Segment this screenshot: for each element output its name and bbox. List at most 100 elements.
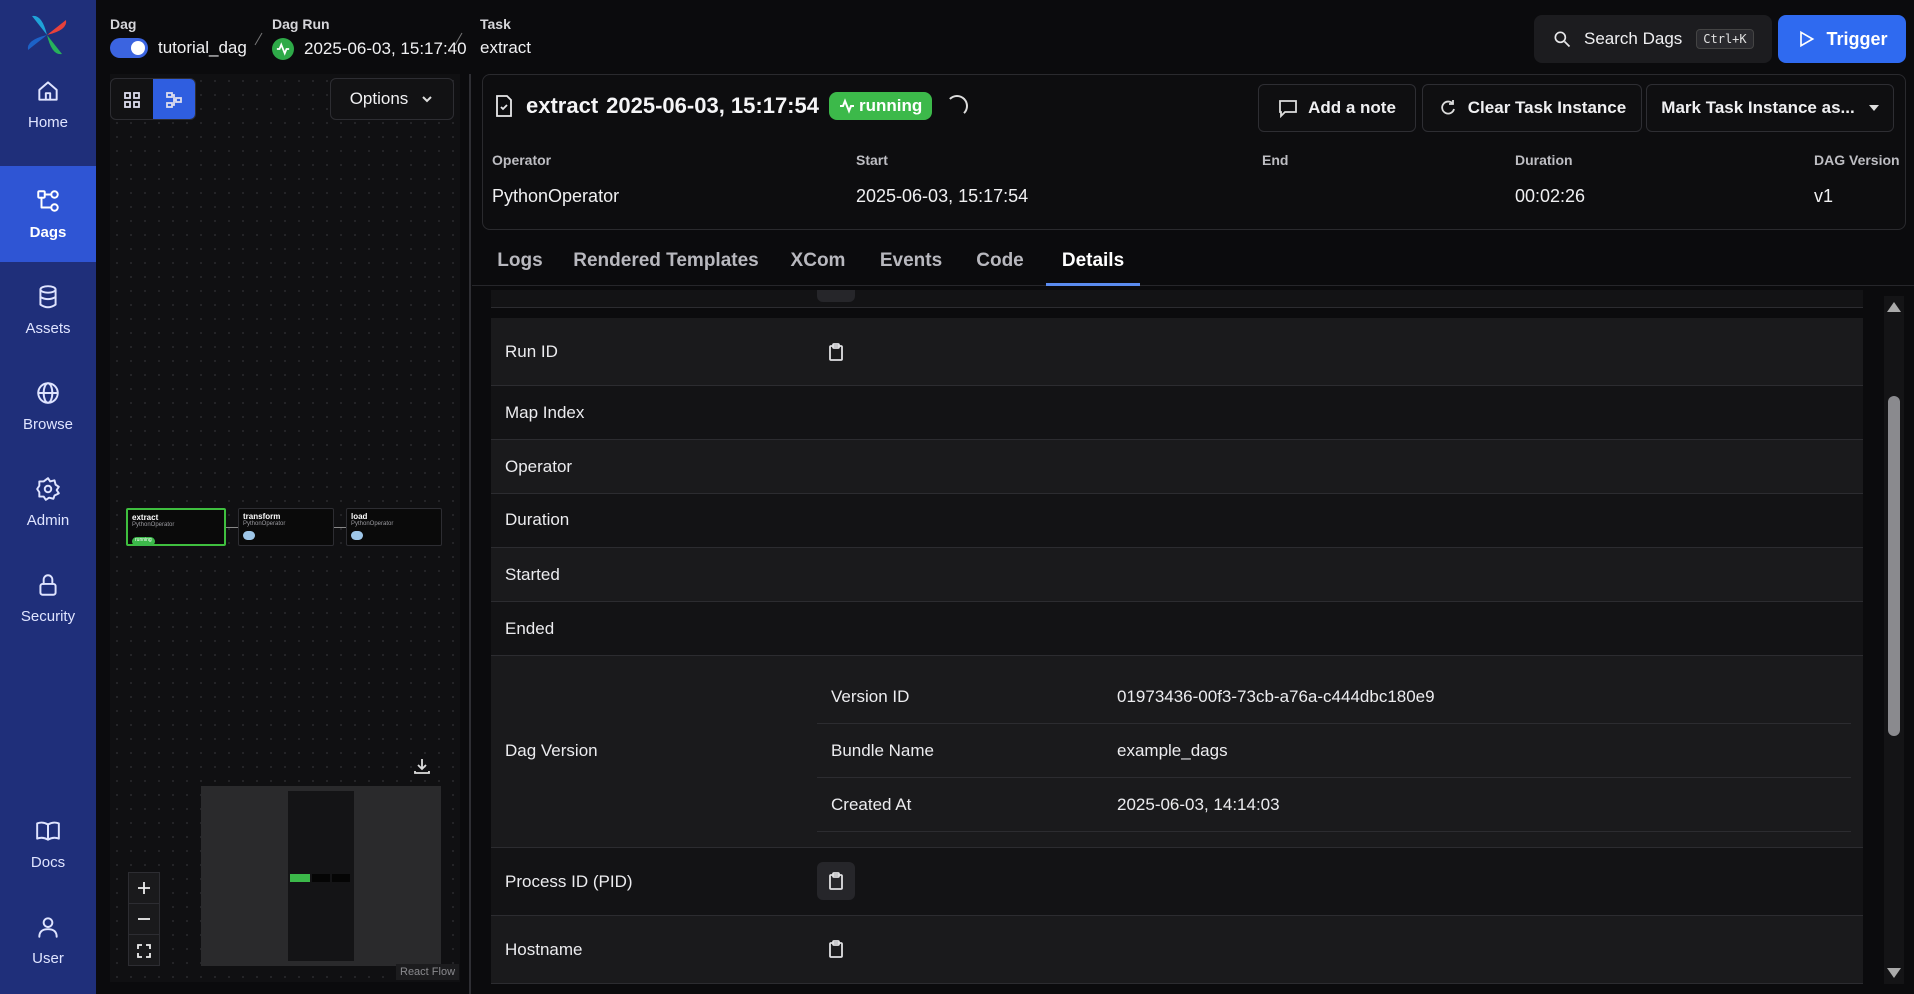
activity-icon: [839, 98, 854, 114]
meta-duration-label: Duration: [1515, 152, 1573, 168]
breadcrumb-task[interactable]: Task extract: [480, 16, 531, 58]
meta-duration-value: 00:02:26: [1515, 186, 1586, 206]
scrollbar-thumb[interactable]: [1888, 396, 1900, 736]
nav-dags[interactable]: Dags: [0, 166, 96, 262]
breadcrumb-dag[interactable]: Dag tutorial_dag: [110, 16, 247, 58]
fit-view-icon: [137, 943, 151, 958]
version-id-label: Version ID: [831, 687, 910, 706]
version-subrow: Version ID 01973436-00f3-73cb-a76a-c444d…: [817, 670, 1851, 724]
details-row-started: Started: [491, 548, 1863, 602]
meta-operator-label: Operator: [492, 152, 552, 168]
details-key: Map Index: [505, 403, 585, 422]
clipboard-icon: [829, 872, 843, 890]
nav-assets[interactable]: Assets: [0, 262, 96, 358]
graph-node-transform[interactable]: transform PythonOperator: [238, 508, 334, 546]
details-table: Run ID Map Index Operator Duration Start…: [491, 290, 1863, 984]
panel-resize-handle[interactable]: [469, 74, 471, 994]
node-operator: PythonOperator: [351, 521, 394, 527]
nav-security-label: Security: [20, 607, 76, 625]
breadcrumb-run-label: Dag Run: [272, 16, 330, 32]
clipboard-icon: [829, 940, 843, 958]
meta-end-label: End: [1262, 152, 1289, 168]
nav-admin[interactable]: Admin: [0, 454, 96, 550]
bundle-name-label: Bundle Name: [831, 741, 935, 760]
meta-operator-value: PythonOperator: [492, 186, 620, 206]
details-row-pid: Process ID (PID): [491, 848, 1863, 916]
tab-code[interactable]: Code: [966, 238, 1034, 286]
breadcrumb-dag-run[interactable]: Dag Run 2025-06-03, 15:17:40: [272, 16, 467, 60]
created-at-value: 2025-06-03, 14:14:03: [1117, 795, 1280, 814]
add-note-button[interactable]: Add a note: [1258, 84, 1416, 132]
breadcrumb-task-value[interactable]: extract: [480, 38, 531, 58]
tab-rendered-templates[interactable]: Rendered Templates: [566, 238, 766, 286]
node-state-badge: running: [132, 537, 155, 546]
copy-hostname-button[interactable]: [817, 930, 855, 968]
airflow-logo[interactable]: [24, 12, 70, 58]
nav-docs[interactable]: Docs: [0, 796, 96, 892]
tab-events[interactable]: Events: [872, 238, 950, 286]
download-image-button[interactable]: [412, 756, 432, 776]
details-key: Process ID (PID): [505, 872, 633, 891]
assets-icon: [39, 284, 57, 308]
graph-node-extract[interactable]: extract PythonOperator running: [126, 508, 226, 546]
home-icon: [38, 80, 58, 101]
mark-task-instance-button[interactable]: Mark Task Instance as...: [1646, 84, 1894, 132]
nav-home[interactable]: Home: [0, 56, 96, 152]
dags-icon: [37, 189, 59, 212]
copy-run-id-button[interactable]: [817, 333, 855, 371]
trigger-button[interactable]: Trigger: [1778, 15, 1906, 63]
message-icon: [1279, 100, 1297, 118]
version-id-value: 01973436-00f3-73cb-a76a-c444dbc180e9: [1117, 687, 1435, 706]
zoom-in-button[interactable]: [129, 873, 159, 904]
nav-browse[interactable]: Browse: [0, 358, 96, 454]
breadcrumb-dag-value[interactable]: tutorial_dag: [158, 38, 247, 58]
nav-browse-label: Browse: [22, 415, 74, 433]
created-at-label: Created At: [831, 795, 912, 814]
add-note-label: Add a note: [1308, 98, 1396, 117]
task-state-badge: running: [828, 92, 933, 120]
clear-task-instance-button[interactable]: Clear Task Instance: [1422, 84, 1642, 132]
details-row-dag-version: Dag Version Version ID 01973436-00f3-73c…: [491, 656, 1863, 848]
details-scrollbar[interactable]: [1884, 296, 1904, 984]
clear-task-label: Clear Task Instance: [1467, 98, 1627, 117]
copy-button[interactable]: [817, 290, 855, 302]
details-row-operator: Operator: [491, 440, 1863, 494]
details-row-run-id: Run ID: [491, 318, 1863, 386]
graph-node-load[interactable]: load PythonOperator: [346, 508, 442, 546]
graph-view-button[interactable]: [153, 79, 195, 119]
nav-user[interactable]: User: [0, 892, 96, 988]
details-key: Duration: [505, 510, 570, 529]
table-row: [491, 290, 1863, 308]
tab-details[interactable]: Details: [1046, 238, 1140, 286]
grid-view-button[interactable]: [111, 79, 153, 119]
trigger-label: Trigger: [1826, 28, 1888, 49]
loading-spinner-icon: [946, 95, 969, 117]
task-title: extract 2025-06-03, 15:17:54 running: [494, 92, 969, 120]
details-row-hostname: Hostname: [491, 916, 1863, 984]
gear-icon: [36, 476, 60, 501]
details-row-ended: Ended: [491, 602, 1863, 656]
react-flow-attribution[interactable]: React Flow: [396, 964, 460, 980]
meta-start-label: Start: [856, 152, 888, 168]
search-dags-button[interactable]: Search Dags Ctrl+K: [1534, 15, 1772, 63]
bundle-name-value: example_dags: [1117, 741, 1228, 760]
running-state-icon: [272, 38, 294, 60]
fit-view-button[interactable]: [129, 935, 159, 966]
dag-pause-toggle[interactable]: [110, 38, 148, 58]
node-operator: PythonOperator: [243, 521, 286, 527]
play-icon: [1800, 30, 1815, 48]
zoom-out-button[interactable]: [129, 904, 159, 935]
tab-xcom[interactable]: XCom: [780, 238, 856, 286]
scroll-up-arrow[interactable]: [1887, 302, 1901, 312]
lock-icon: [39, 573, 57, 596]
minimap[interactable]: [201, 786, 441, 966]
scroll-down-arrow[interactable]: [1887, 968, 1901, 978]
copy-pid-button[interactable]: [817, 862, 855, 900]
search-icon: [1554, 31, 1571, 48]
breadcrumb-run-value[interactable]: 2025-06-03, 15:17:40: [304, 39, 467, 59]
graph-options-button[interactable]: Options: [330, 78, 454, 120]
options-label: Options: [349, 89, 409, 108]
nav-security[interactable]: Security: [0, 550, 96, 646]
meta-version-value: v1: [1814, 186, 1834, 206]
tab-logs[interactable]: Logs: [490, 238, 550, 286]
